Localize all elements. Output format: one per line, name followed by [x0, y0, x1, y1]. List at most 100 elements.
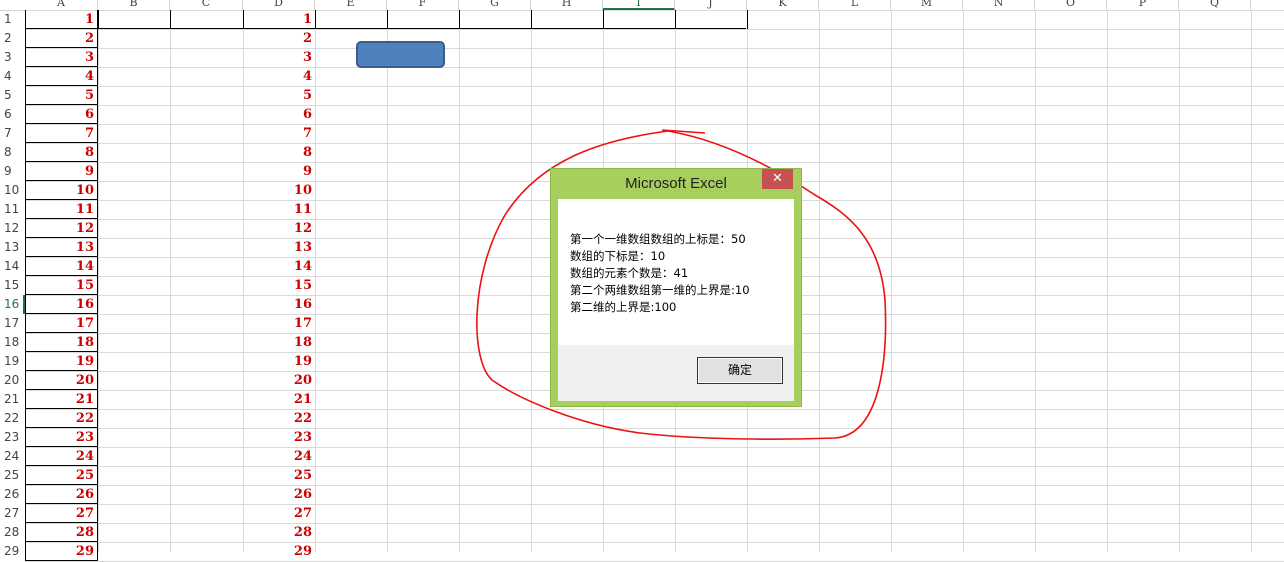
row-header-27[interactable]: 27	[0, 504, 25, 523]
row-header-5[interactable]: 5	[0, 86, 25, 105]
cell-d19[interactable]: 19	[243, 352, 315, 371]
row-header-23[interactable]: 23	[0, 428, 25, 447]
cell-a4[interactable]: 4	[25, 67, 98, 86]
row-header-26[interactable]: 26	[0, 485, 25, 504]
row-header-11[interactable]: 11	[0, 200, 25, 219]
column-header-c[interactable]: C	[170, 0, 243, 10]
cell-a7[interactable]: 7	[25, 124, 98, 143]
column-header-p[interactable]: P	[1107, 0, 1179, 10]
cell-d10[interactable]: 10	[243, 181, 315, 200]
row-header-18[interactable]: 18	[0, 333, 25, 352]
column-header-g[interactable]: G	[459, 0, 531, 10]
row-header-8[interactable]: 8	[0, 143, 25, 162]
cell-d1[interactable]: 1	[243, 10, 315, 29]
cell-a25[interactable]: 25	[25, 466, 98, 485]
cell-a10[interactable]: 10	[25, 181, 98, 200]
cell-d17[interactable]: 17	[243, 314, 315, 333]
cell-d18[interactable]: 18	[243, 333, 315, 352]
column-header-h[interactable]: H	[531, 0, 603, 10]
column-header-e[interactable]: E	[315, 0, 387, 10]
row-header-13[interactable]: 13	[0, 238, 25, 257]
cell-a20[interactable]: 20	[25, 371, 98, 390]
cell-a1[interactable]: 1	[25, 10, 98, 29]
cell-a22[interactable]: 22	[25, 409, 98, 428]
cell-a16[interactable]: 16	[25, 295, 98, 314]
cell-a13[interactable]: 13	[25, 238, 98, 257]
cell-a21[interactable]: 21	[25, 390, 98, 409]
cell-d6[interactable]: 6	[243, 105, 315, 124]
cell-d26[interactable]: 26	[243, 485, 315, 504]
column-header-d[interactable]: D	[243, 0, 315, 10]
cell-a26[interactable]: 26	[25, 485, 98, 504]
cell-a6[interactable]: 6	[25, 105, 98, 124]
column-header-q[interactable]: Q	[1179, 0, 1251, 10]
cell-a19[interactable]: 19	[25, 352, 98, 371]
row-header-15[interactable]: 15	[0, 276, 25, 295]
cell-d14[interactable]: 14	[243, 257, 315, 276]
cell-a2[interactable]: 2	[25, 29, 98, 48]
cell-d21[interactable]: 21	[243, 390, 315, 409]
cell-d2[interactable]: 2	[243, 29, 315, 48]
cell-d4[interactable]: 4	[243, 67, 315, 86]
cell-a12[interactable]: 12	[25, 219, 98, 238]
column-header-n[interactable]: N	[963, 0, 1035, 10]
row-header-4[interactable]: 4	[0, 67, 25, 86]
cell-a5[interactable]: 5	[25, 86, 98, 105]
cell-a11[interactable]: 11	[25, 200, 98, 219]
row-header-10[interactable]: 10	[0, 181, 25, 200]
column-header-b[interactable]: B	[98, 0, 170, 10]
row-header-20[interactable]: 20	[0, 371, 25, 390]
cell-d25[interactable]: 25	[243, 466, 315, 485]
cell-a3[interactable]: 3	[25, 48, 98, 67]
row-header-1[interactable]: 1	[0, 10, 25, 29]
cell-d27[interactable]: 27	[243, 504, 315, 523]
row-header-17[interactable]: 17	[0, 314, 25, 333]
column-header-o[interactable]: O	[1035, 0, 1107, 10]
cell-d5[interactable]: 5	[243, 86, 315, 105]
cell-d8[interactable]: 8	[243, 143, 315, 162]
row-header-25[interactable]: 25	[0, 466, 25, 485]
column-header-f[interactable]: F	[387, 0, 459, 10]
row-header-22[interactable]: 22	[0, 409, 25, 428]
cell-d28[interactable]: 28	[243, 523, 315, 542]
column-header-j[interactable]: J	[675, 0, 747, 10]
cell-d3[interactable]: 3	[243, 48, 315, 67]
cell-a9[interactable]: 9	[25, 162, 98, 181]
cell-a18[interactable]: 18	[25, 333, 98, 352]
cell-d24[interactable]: 24	[243, 447, 315, 466]
column-header-a[interactable]: A	[25, 0, 98, 10]
cell-d16[interactable]: 16	[243, 295, 315, 314]
row-header-16[interactable]: 16	[0, 295, 25, 314]
blue-rectangle-shape[interactable]	[356, 41, 445, 68]
row-header-2[interactable]: 2	[0, 29, 25, 48]
row-header-6[interactable]: 6	[0, 105, 25, 124]
cell-d15[interactable]: 15	[243, 276, 315, 295]
cell-a8[interactable]: 8	[25, 143, 98, 162]
row-header-14[interactable]: 14	[0, 257, 25, 276]
cell-d23[interactable]: 23	[243, 428, 315, 447]
row-header-21[interactable]: 21	[0, 390, 25, 409]
cell-a28[interactable]: 28	[25, 523, 98, 542]
cell-a24[interactable]: 24	[25, 447, 98, 466]
cell-d7[interactable]: 7	[243, 124, 315, 143]
cell-a23[interactable]: 23	[25, 428, 98, 447]
cell-d20[interactable]: 20	[243, 371, 315, 390]
row-header-24[interactable]: 24	[0, 447, 25, 466]
cell-a15[interactable]: 15	[25, 276, 98, 295]
cell-a17[interactable]: 17	[25, 314, 98, 333]
cell-d13[interactable]: 13	[243, 238, 315, 257]
close-icon[interactable]: ✕	[762, 169, 793, 189]
cell-d22[interactable]: 22	[243, 409, 315, 428]
column-header-l[interactable]: L	[819, 0, 891, 10]
cell-a14[interactable]: 14	[25, 257, 98, 276]
column-header-k[interactable]: K	[747, 0, 819, 10]
row-header-28[interactable]: 28	[0, 523, 25, 542]
row-header-19[interactable]: 19	[0, 352, 25, 371]
cell-d9[interactable]: 9	[243, 162, 315, 181]
ok-button[interactable]: 确定	[697, 357, 783, 384]
cell-d11[interactable]: 11	[243, 200, 315, 219]
cell-d12[interactable]: 12	[243, 219, 315, 238]
row-header-12[interactable]: 12	[0, 219, 25, 238]
row-header-9[interactable]: 9	[0, 162, 25, 181]
row-header-3[interactable]: 3	[0, 48, 25, 67]
